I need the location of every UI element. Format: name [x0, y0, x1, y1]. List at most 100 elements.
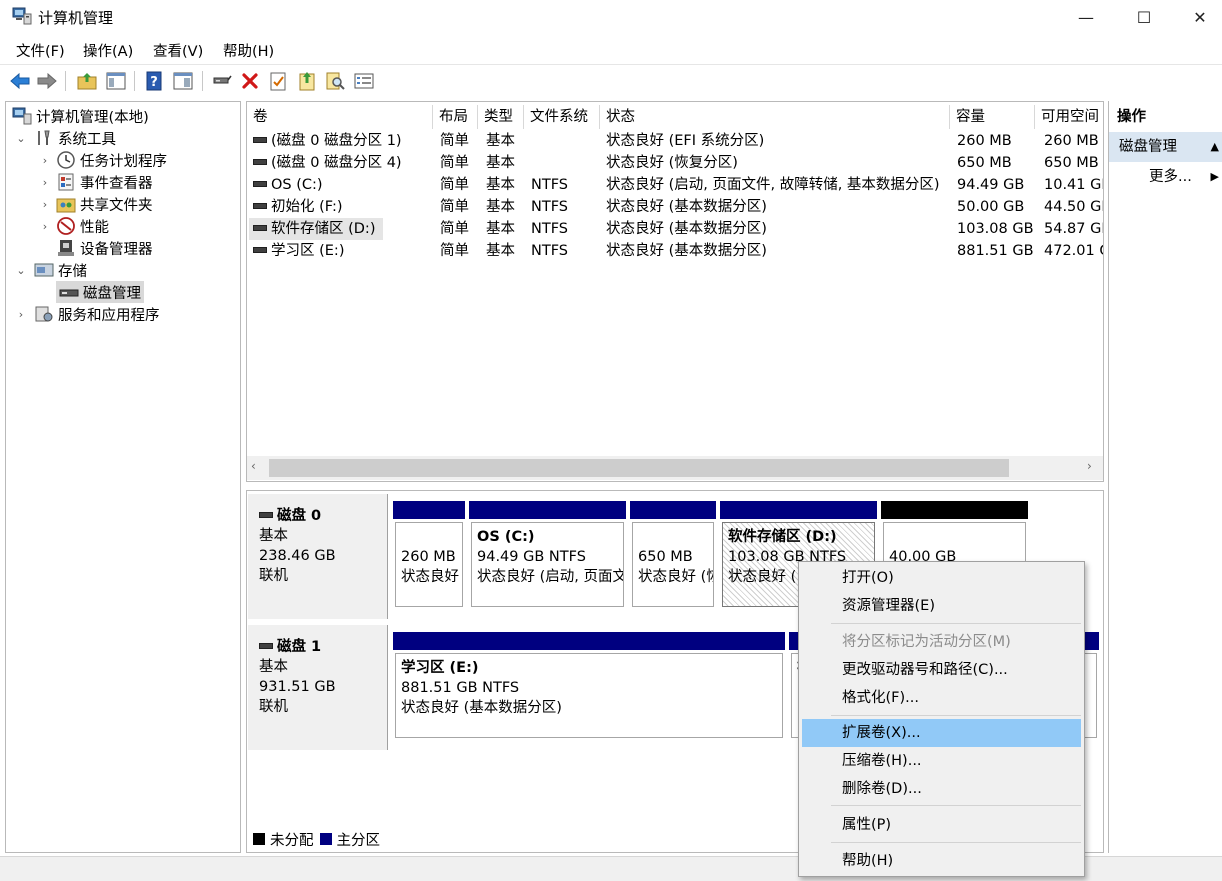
- search-icon[interactable]: [323, 69, 347, 93]
- connect-icon[interactable]: [210, 69, 234, 93]
- type-cell: 基本: [486, 221, 515, 237]
- partition-e[interactable]: 学习区 (E:) 881.51 GB NTFS 状态良好 (基本数据分区): [391, 622, 787, 747]
- back-icon[interactable]: [8, 69, 32, 93]
- close-button[interactable]: ✕: [1172, 0, 1222, 34]
- chevron-right-icon[interactable]: ›: [38, 154, 52, 167]
- partition-body: 650 MB 状态良好 (恢: [632, 522, 714, 607]
- properties-icon[interactable]: [266, 69, 290, 93]
- menu-item-shrink-volume[interactable]: 压缩卷(H)...: [802, 747, 1081, 775]
- menu-item-explorer[interactable]: 资源管理器(E): [802, 592, 1081, 620]
- disk-0-label[interactable]: 磁盘 0 基本 238.46 GB 联机: [248, 494, 388, 619]
- help-icon[interactable]: ?: [142, 69, 166, 93]
- column-status[interactable]: 状态: [600, 105, 950, 129]
- drive-icon: [253, 225, 267, 231]
- tree-item-performance[interactable]: › 性能: [6, 215, 240, 237]
- drive-icon: [253, 159, 267, 165]
- partition-recovery[interactable]: 650 MB 状态良好 (恢: [628, 491, 718, 616]
- table-row[interactable]: 初始化 (F:) 简单 基本 NTFS 状态良好 (基本数据分区) 50.00 …: [247, 196, 1103, 218]
- disk-1-label[interactable]: 磁盘 1 基本 931.51 GB 联机: [248, 625, 388, 750]
- type-cell: 基本: [486, 243, 515, 259]
- disk-icon: [259, 512, 273, 518]
- partition-body: 260 MB 状态良好: [395, 522, 463, 607]
- tree-item-device-manager[interactable]: 设备管理器: [6, 237, 240, 259]
- table-row[interactable]: 软件存储区 (D:) 简单 基本 NTFS 状态良好 (基本数据分区) 103.…: [247, 218, 1103, 240]
- table-row[interactable]: 学习区 (E:) 简单 基本 NTFS 状态良好 (基本数据分区) 881.51…: [247, 240, 1103, 262]
- capacity-cell: 103.08 GB: [957, 221, 1034, 237]
- chevron-right-icon[interactable]: ›: [38, 198, 52, 211]
- up-folder-icon[interactable]: [75, 69, 99, 93]
- column-layout[interactable]: 布局: [433, 105, 478, 129]
- menu-action[interactable]: 操作(A): [83, 40, 133, 61]
- column-filesystem[interactable]: 文件系统: [524, 105, 600, 129]
- chevron-right-icon[interactable]: ›: [14, 308, 28, 321]
- tree-item-disk-management[interactable]: 磁盘管理: [6, 281, 240, 303]
- horizontal-scrollbar[interactable]: ‹ ›: [247, 456, 1103, 480]
- tree-item-computer-management[interactable]: 计算机管理(本地): [6, 105, 240, 127]
- chevron-right-icon[interactable]: ›: [38, 176, 52, 189]
- chevron-right-icon[interactable]: ›: [38, 220, 52, 233]
- tree-item-system-tools[interactable]: ⌄ 系统工具: [6, 127, 240, 149]
- view-icon[interactable]: [171, 69, 195, 93]
- maximize-button[interactable]: ☐: [1116, 0, 1172, 34]
- menu-bar: 文件(F) 操作(A) 查看(V) 帮助(H): [0, 38, 1222, 62]
- table-row[interactable]: (磁盘 0 磁盘分区 1) 简单 基本 状态良好 (EFI 系统分区) 260 …: [247, 130, 1103, 152]
- menu-item-open[interactable]: 打开(O): [802, 564, 1081, 592]
- export-icon[interactable]: [295, 69, 319, 93]
- menu-help[interactable]: 帮助(H): [223, 40, 274, 61]
- filesystem-cell: NTFS: [531, 221, 568, 237]
- volume-cell: 软件存储区 (D:): [249, 218, 383, 240]
- tree-item-task-scheduler[interactable]: › 任务计划程序: [6, 149, 240, 171]
- column-free-space[interactable]: 可用空间: [1035, 105, 1103, 129]
- expand-right-icon[interactable]: ▶: [1211, 164, 1219, 190]
- menu-item-extend-volume[interactable]: 扩展卷(X)...: [802, 719, 1081, 747]
- tree-item-label: 磁盘管理: [83, 285, 141, 302]
- disk-name: 磁盘 1: [277, 639, 322, 655]
- minimize-button[interactable]: —: [1058, 0, 1114, 34]
- status-cell: 状态良好 (启动, 页面文件, 故障转储, 基本数据分区): [606, 177, 940, 193]
- menu-file[interactable]: 文件(F): [16, 40, 65, 61]
- collapse-up-icon[interactable]: ▲: [1211, 132, 1219, 162]
- primary-swatch: [319, 833, 332, 845]
- menu-item-format[interactable]: 格式化(F)...: [802, 684, 1081, 712]
- layout-cell: 简单: [440, 221, 469, 237]
- column-type[interactable]: 类型: [478, 105, 524, 129]
- scroll-left-icon[interactable]: ‹: [251, 459, 256, 473]
- forward-icon[interactable]: [35, 69, 59, 93]
- chevron-down-icon[interactable]: ⌄: [14, 132, 28, 145]
- actions-more[interactable]: 更多... ▶: [1109, 164, 1222, 190]
- menu-item-properties[interactable]: 属性(P): [802, 811, 1081, 839]
- table-row[interactable]: OS (C:) 简单 基本 NTFS 状态良好 (启动, 页面文件, 故障转储,…: [247, 174, 1103, 196]
- menu-item-help[interactable]: 帮助(H): [802, 847, 1081, 875]
- filesystem-cell: NTFS: [531, 199, 568, 215]
- partition-efi[interactable]: 260 MB 状态良好: [391, 491, 467, 616]
- layout-cell: 简单: [440, 199, 469, 215]
- services-icon: [35, 306, 53, 322]
- chevron-down-icon[interactable]: ⌄: [14, 264, 28, 277]
- tree-item-storage[interactable]: ⌄ 存储: [6, 259, 240, 281]
- disk-type: 基本: [259, 528, 288, 544]
- list-icon[interactable]: [352, 69, 376, 93]
- tree-item-shared-folders[interactable]: › 共享文件夹: [6, 193, 240, 215]
- scroll-right-icon[interactable]: ›: [1087, 459, 1092, 473]
- drive-icon: [253, 137, 267, 143]
- table-row[interactable]: (磁盘 0 磁盘分区 4) 简单 基本 状态良好 (恢复分区) 650 MB 6…: [247, 152, 1103, 174]
- menu-view[interactable]: 查看(V): [153, 40, 203, 61]
- window-title: 计算机管理: [38, 9, 114, 27]
- console-tree-icon[interactable]: [104, 69, 128, 93]
- column-capacity[interactable]: 容量: [950, 105, 1035, 129]
- menu-item-change-drive-letter[interactable]: 更改驱动器号和路径(C)...: [802, 656, 1081, 684]
- column-volume[interactable]: 卷: [247, 105, 433, 129]
- actions-section-disk-management[interactable]: 磁盘管理 ▲: [1109, 132, 1222, 162]
- tree-item-services-apps[interactable]: › 服务和应用程序: [6, 303, 240, 325]
- tools-icon: [38, 130, 50, 145]
- drive-icon: [253, 247, 267, 253]
- layout-cell: 简单: [440, 177, 469, 193]
- scrollbar-thumb[interactable]: [269, 459, 1009, 477]
- menu-item-delete-volume[interactable]: 删除卷(D)...: [802, 775, 1081, 803]
- partition-c[interactable]: OS (C:) 94.49 GB NTFS 状态良好 (启动, 页面文件: [467, 491, 628, 616]
- delete-icon[interactable]: [238, 69, 262, 93]
- status-cell: 状态良好 (基本数据分区): [606, 221, 767, 237]
- tree-item-event-viewer[interactable]: › 事件查看器: [6, 171, 240, 193]
- device-manager-icon: [58, 240, 74, 256]
- volume-cell: OS (C:): [253, 174, 433, 196]
